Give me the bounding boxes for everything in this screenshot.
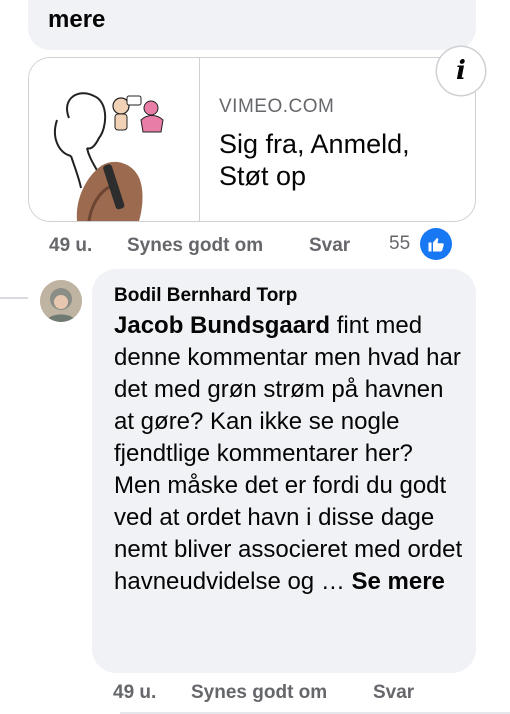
link-title[interactable]: Sig fra, Anmeld, Støt op	[219, 128, 459, 192]
comment-bubble: Bodil Bernhard Torp Jacob Bundsgaard fin…	[92, 269, 476, 673]
link-domain: VIMEO.COM	[219, 96, 335, 117]
reply-button[interactable]: Svar	[373, 682, 414, 704]
thumbnail-illustration	[53, 92, 164, 221]
info-icon[interactable]: i	[437, 47, 485, 95]
comment-author[interactable]: Bodil Bernhard Torp	[114, 285, 297, 307]
avatar[interactable]	[40, 280, 82, 322]
comment-timestamp[interactable]: 49 u.	[49, 235, 92, 257]
previous-comment-bubble: mere	[28, 0, 476, 50]
comment-timestamp[interactable]: 49 u.	[113, 682, 156, 704]
see-more-link[interactable]: mere	[48, 6, 105, 34]
reaction-count[interactable]: 55	[389, 233, 410, 255]
like-button[interactable]: Synes godt om	[191, 682, 327, 704]
comment-body: fint med denne kommentar men hvad har de…	[114, 312, 463, 595]
thumbs-up-icon[interactable]	[420, 228, 452, 260]
link-title-line1: Sig fra, Anmeld,	[219, 129, 410, 159]
thread-connector-line	[0, 297, 28, 299]
see-more-link[interactable]: Se mere	[352, 568, 445, 595]
like-button[interactable]: Synes godt om	[127, 235, 263, 257]
link-preview-card[interactable]: VIMEO.COM Sig fra, Anmeld, Støt op	[28, 57, 476, 222]
comment-text: Jacob Bundsgaard fint med denne kommenta…	[114, 310, 464, 598]
link-title-line2: Støt op	[219, 161, 307, 191]
mention-link[interactable]: Jacob Bundsgaard	[114, 312, 330, 339]
video-thumbnail[interactable]	[29, 58, 200, 221]
thumbs-up-glyph	[428, 238, 444, 252]
reply-button[interactable]: Svar	[309, 235, 350, 257]
avatar-image	[40, 280, 82, 322]
